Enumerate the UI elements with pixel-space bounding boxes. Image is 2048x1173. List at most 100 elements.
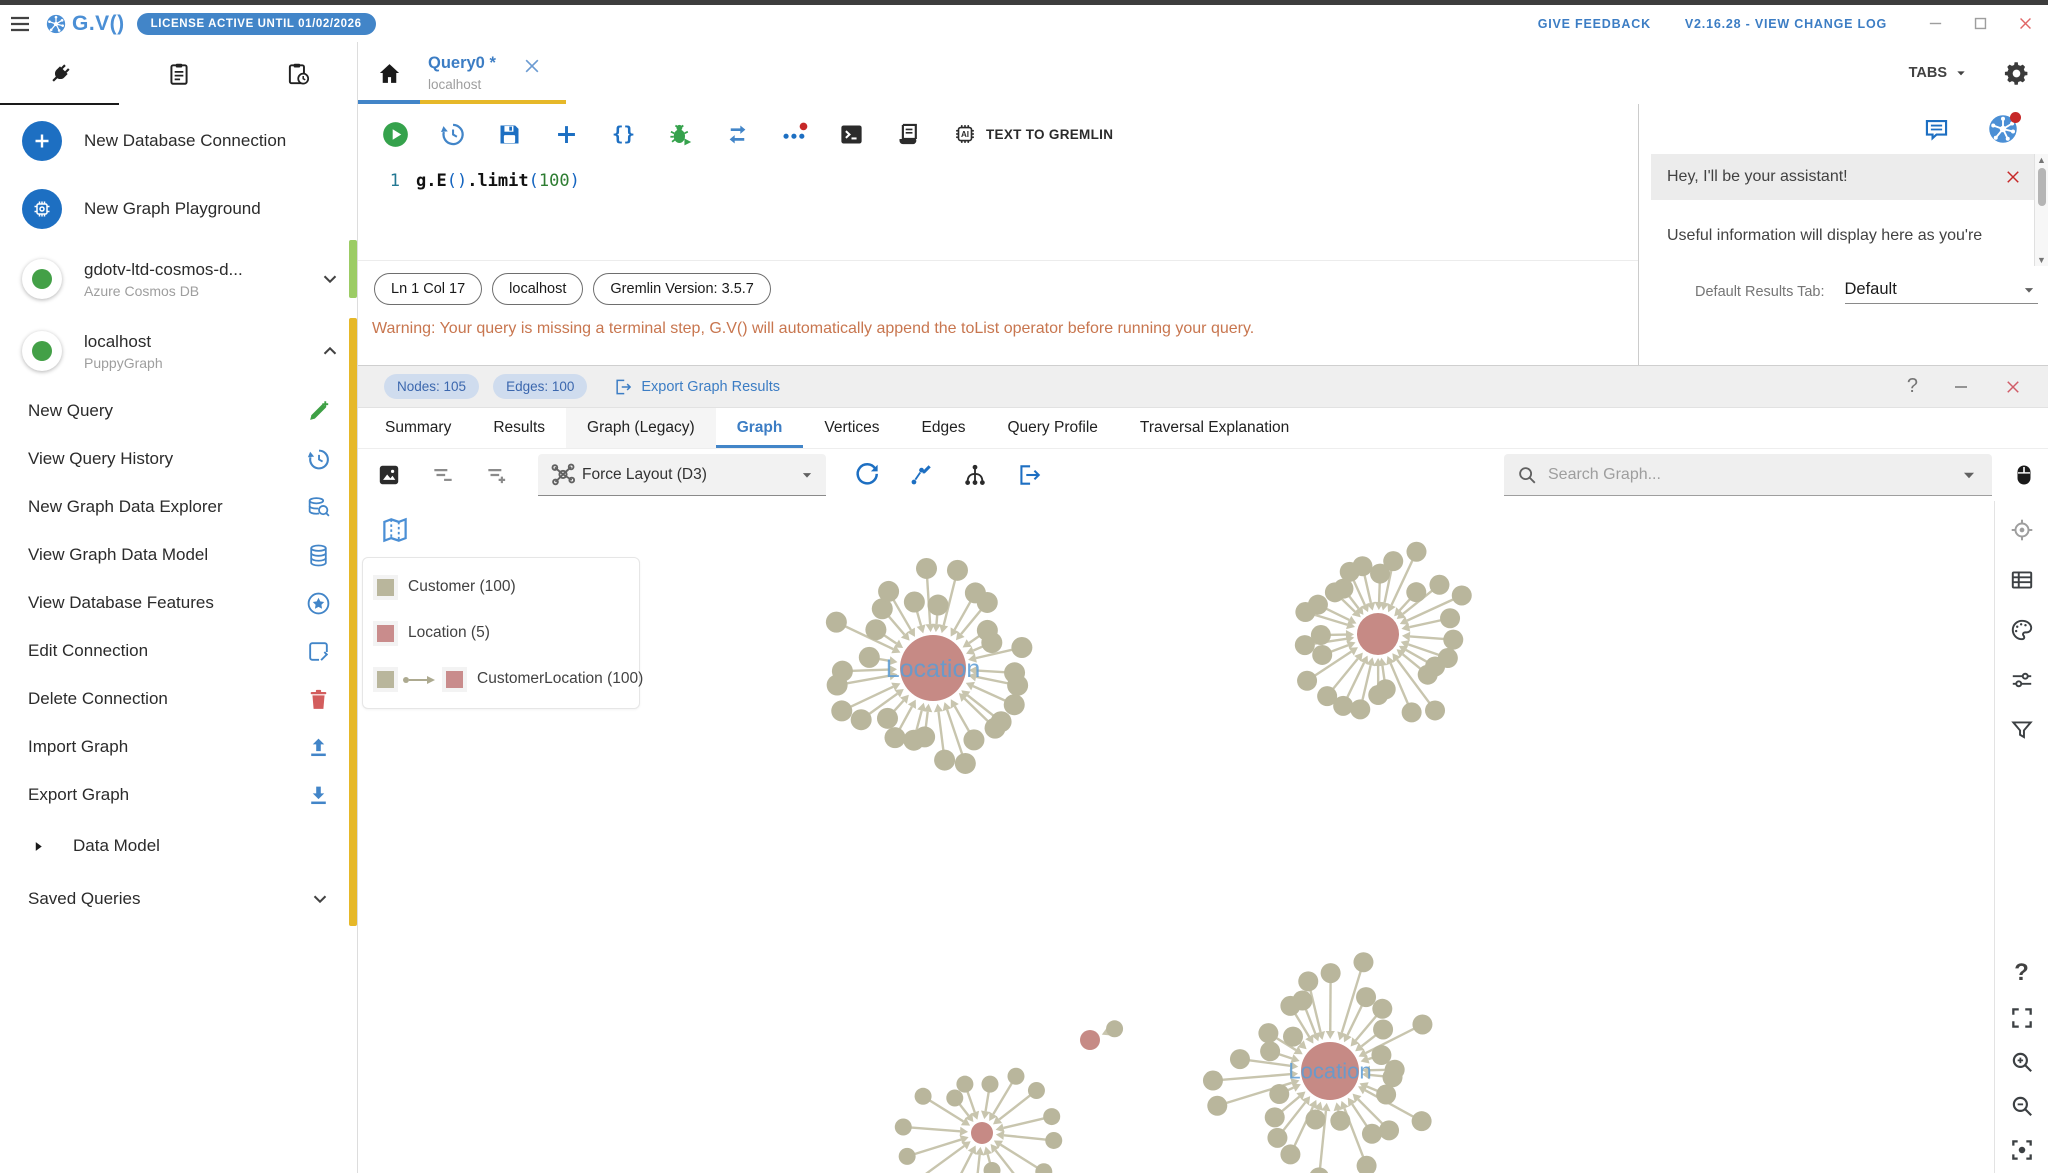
customer-node[interactable] bbox=[1429, 574, 1450, 595]
customer-node[interactable] bbox=[878, 580, 900, 602]
results-tab-traversal-explanation[interactable]: Traversal Explanation bbox=[1119, 408, 1310, 448]
graph-cluster[interactable] bbox=[894, 1067, 1063, 1173]
table-view-icon[interactable] bbox=[2009, 567, 2035, 593]
open-in-explorer-button[interactable] bbox=[1016, 462, 1042, 488]
customer-node[interactable] bbox=[1437, 648, 1458, 669]
refresh-layout-button[interactable] bbox=[854, 462, 880, 488]
customer-node[interactable] bbox=[898, 1147, 916, 1165]
customer-node[interactable] bbox=[1425, 700, 1446, 721]
script-button[interactable] bbox=[895, 121, 922, 148]
sidebar-item-edit-connection[interactable]: Edit Connection bbox=[0, 627, 357, 675]
graph-cluster[interactable] bbox=[1080, 1020, 1124, 1050]
screenshot-image-button[interactable] bbox=[376, 462, 402, 488]
customer-node[interactable] bbox=[1004, 662, 1026, 684]
locate-crosshair-icon[interactable] bbox=[2009, 517, 2035, 543]
braces-format-button[interactable]: {} bbox=[610, 121, 637, 148]
swap-arrows-button[interactable] bbox=[724, 121, 751, 148]
palette-style-icon[interactable] bbox=[2009, 617, 2035, 643]
minimap-toggle-icon[interactable] bbox=[380, 515, 410, 545]
results-tab-graph[interactable]: Graph bbox=[715, 408, 804, 448]
customer-node[interactable] bbox=[876, 707, 898, 729]
results-minimize-icon[interactable] bbox=[1952, 378, 1970, 396]
customer-node[interactable] bbox=[1373, 1019, 1394, 1040]
customer-node[interactable] bbox=[858, 646, 880, 668]
sidebar-item-gdotv-ltd-cosmos-d[interactable]: gdotv-ltd-cosmos-d... Azure Cosmos DB bbox=[0, 243, 357, 315]
customer-node[interactable] bbox=[831, 700, 853, 722]
customer-node[interactable] bbox=[831, 660, 853, 682]
location-node[interactable] bbox=[971, 1122, 993, 1144]
tabs-dropdown[interactable]: TABS bbox=[1909, 65, 1969, 81]
customer-node[interactable] bbox=[1280, 1144, 1301, 1165]
home-tab[interactable] bbox=[358, 61, 420, 86]
sidebar-item-delete-connection[interactable]: Delete Connection bbox=[0, 675, 357, 723]
results-tab-edges[interactable]: Edges bbox=[901, 408, 987, 448]
sidebar-item-data-model[interactable]: Data Model bbox=[0, 819, 357, 873]
customer-node[interactable] bbox=[1045, 1131, 1063, 1149]
sidebar-item-saved-queries[interactable]: Saved Queries bbox=[0, 873, 357, 925]
sidebar-item-import-graph[interactable]: Import Graph bbox=[0, 723, 357, 771]
code-editor[interactable]: 1 g.E().limit(100) bbox=[358, 164, 1638, 260]
customer-node[interactable] bbox=[1258, 1023, 1279, 1044]
save-query-button[interactable] bbox=[496, 121, 523, 148]
customer-node[interactable] bbox=[1307, 594, 1328, 615]
customer-node[interactable] bbox=[1305, 1109, 1326, 1130]
scroll-thumb[interactable] bbox=[2037, 168, 2046, 206]
menu-icon[interactable] bbox=[8, 12, 32, 36]
customer-node[interactable] bbox=[934, 749, 956, 771]
zoom-out-icon[interactable] bbox=[2009, 1093, 2035, 1119]
customer-node[interactable] bbox=[903, 729, 925, 751]
customer-node[interactable] bbox=[1043, 1108, 1061, 1126]
sidebar-item-view-query-history[interactable]: View Query History bbox=[0, 435, 357, 483]
customer-node[interactable] bbox=[916, 557, 938, 579]
customer-node[interactable] bbox=[1035, 1163, 1053, 1173]
customer-node[interactable] bbox=[1011, 637, 1033, 659]
customer-node[interactable] bbox=[1310, 625, 1331, 646]
default-results-tab-select[interactable]: Default bbox=[1844, 280, 2038, 304]
query-tab-close-icon[interactable] bbox=[522, 56, 542, 76]
results-close-icon[interactable] bbox=[2004, 378, 2022, 396]
customer-node[interactable] bbox=[1007, 1067, 1025, 1085]
give-feedback-link[interactable]: GIVE FEEDBACK bbox=[1538, 17, 1651, 31]
customer-node[interactable] bbox=[1309, 1167, 1329, 1173]
customer-node[interactable] bbox=[1229, 1049, 1250, 1070]
customer-node[interactable] bbox=[1361, 1123, 1382, 1144]
customer-node[interactable] bbox=[984, 717, 1006, 739]
mouse-controls-icon[interactable] bbox=[2012, 460, 2036, 490]
customer-node[interactable] bbox=[1376, 1084, 1397, 1105]
customer-node[interactable] bbox=[954, 752, 976, 774]
feedback-comment-icon[interactable] bbox=[1923, 116, 1950, 143]
customer-node[interactable] bbox=[894, 1118, 912, 1136]
customer-node[interactable] bbox=[1352, 556, 1373, 577]
customer-node[interactable] bbox=[850, 709, 872, 731]
customer-node[interactable] bbox=[927, 594, 949, 616]
customer-node[interactable] bbox=[1350, 699, 1371, 720]
layout-select[interactable]: Force Layout (D3) bbox=[538, 454, 826, 496]
customer-node[interactable] bbox=[1443, 629, 1464, 650]
run-query-button[interactable] bbox=[382, 121, 409, 148]
console-button[interactable] bbox=[838, 121, 865, 148]
fullscreen-icon[interactable] bbox=[2009, 1005, 2035, 1031]
customer-node[interactable] bbox=[1356, 1155, 1377, 1173]
more-options-button[interactable] bbox=[781, 121, 808, 148]
customer-node[interactable] bbox=[1027, 1081, 1045, 1099]
customer-node[interactable] bbox=[1298, 971, 1319, 992]
customer-node[interactable] bbox=[1003, 694, 1025, 716]
sidebar-item-new-graph-data-explorer[interactable]: New Graph Data Explorer bbox=[0, 483, 357, 531]
customer-node[interactable] bbox=[884, 727, 906, 749]
assistant-ball-icon[interactable] bbox=[1988, 112, 2021, 144]
scroll-down-arrow[interactable]: ▼ bbox=[2037, 254, 2046, 266]
customer-node[interactable] bbox=[981, 632, 1003, 654]
query-tab[interactable]: Query0 * localhost bbox=[428, 54, 542, 92]
window-minimize-button[interactable] bbox=[1927, 15, 1944, 32]
text-to-gremlin-button[interactable]: AI TEXT TO GREMLIN bbox=[952, 121, 1113, 147]
customer-node[interactable] bbox=[983, 1162, 1001, 1173]
settings-sliders-icon[interactable] bbox=[2009, 667, 2035, 693]
customer-node[interactable] bbox=[1382, 1067, 1403, 1088]
customer-node[interactable] bbox=[1406, 582, 1427, 603]
customer-node[interactable] bbox=[1383, 551, 1404, 572]
hierarchy-button[interactable] bbox=[962, 462, 988, 488]
results-help-button[interactable]: ? bbox=[1907, 375, 1918, 398]
customer-node[interactable] bbox=[1202, 1070, 1223, 1091]
customer-node[interactable] bbox=[1292, 990, 1313, 1011]
customer-node[interactable] bbox=[1451, 585, 1472, 606]
